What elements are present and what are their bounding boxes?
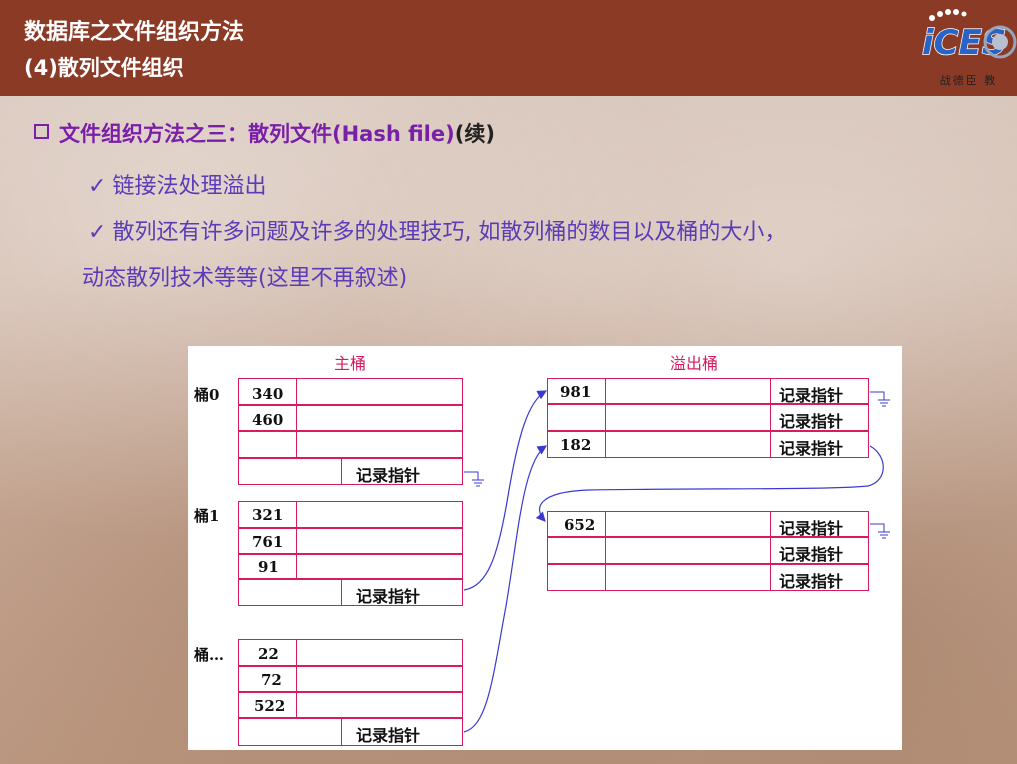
section-heading: 文件组织方法之三：散列文件(Hash file)(续) [34,118,495,148]
check-icon: ✓ [88,220,107,245]
slide-title: 数据库之文件组织方法 [24,20,245,45]
bullet-continuation: 动态散列技术等等(这里不再叙述) [82,266,408,291]
null-ground-icon [464,471,484,487]
chain-arrow [535,445,884,522]
slide-subtitle: (4)散列文件组织 [24,56,184,80]
chain-arrow [463,390,548,591]
bullet-item: ✓ 链接法处理溢出 [88,168,266,200]
heading-main-text: 文件组织方法之三：散列文件(Hash file) [59,122,455,146]
check-icon: ✓ [88,174,107,199]
null-ground-icon [870,523,890,539]
bullet-text: 散列还有许多问题及许多的处理技巧, 如散列桶的数目以及桶的大小， [112,220,787,245]
title-bar: 数据库之文件组织方法 (4)散列文件组织 iCES 战德臣 教 [0,0,1017,96]
chain-arrow [463,445,548,733]
ices-logo: iCES 战德臣 教 [920,6,1017,92]
diagram-connectors [463,390,890,733]
bullet-text: 链接法处理溢出 [112,174,267,199]
logo-subtext: 战德臣 教 [939,74,998,87]
null-ground-icon [870,391,890,407]
ices-logo-graphic: iCES [921,9,1017,64]
hash-chaining-diagram: 主桶 溢出桶 桶0 340 460 记录指针 桶1 321 761 91 记录指… [188,346,902,750]
square-bullet-icon [34,124,49,139]
bullet-item: ✓ 散列还有许多问题及许多的处理技巧, 如散列桶的数目以及桶的大小， [88,214,786,246]
heading-suffix-text: (续) [454,122,495,146]
